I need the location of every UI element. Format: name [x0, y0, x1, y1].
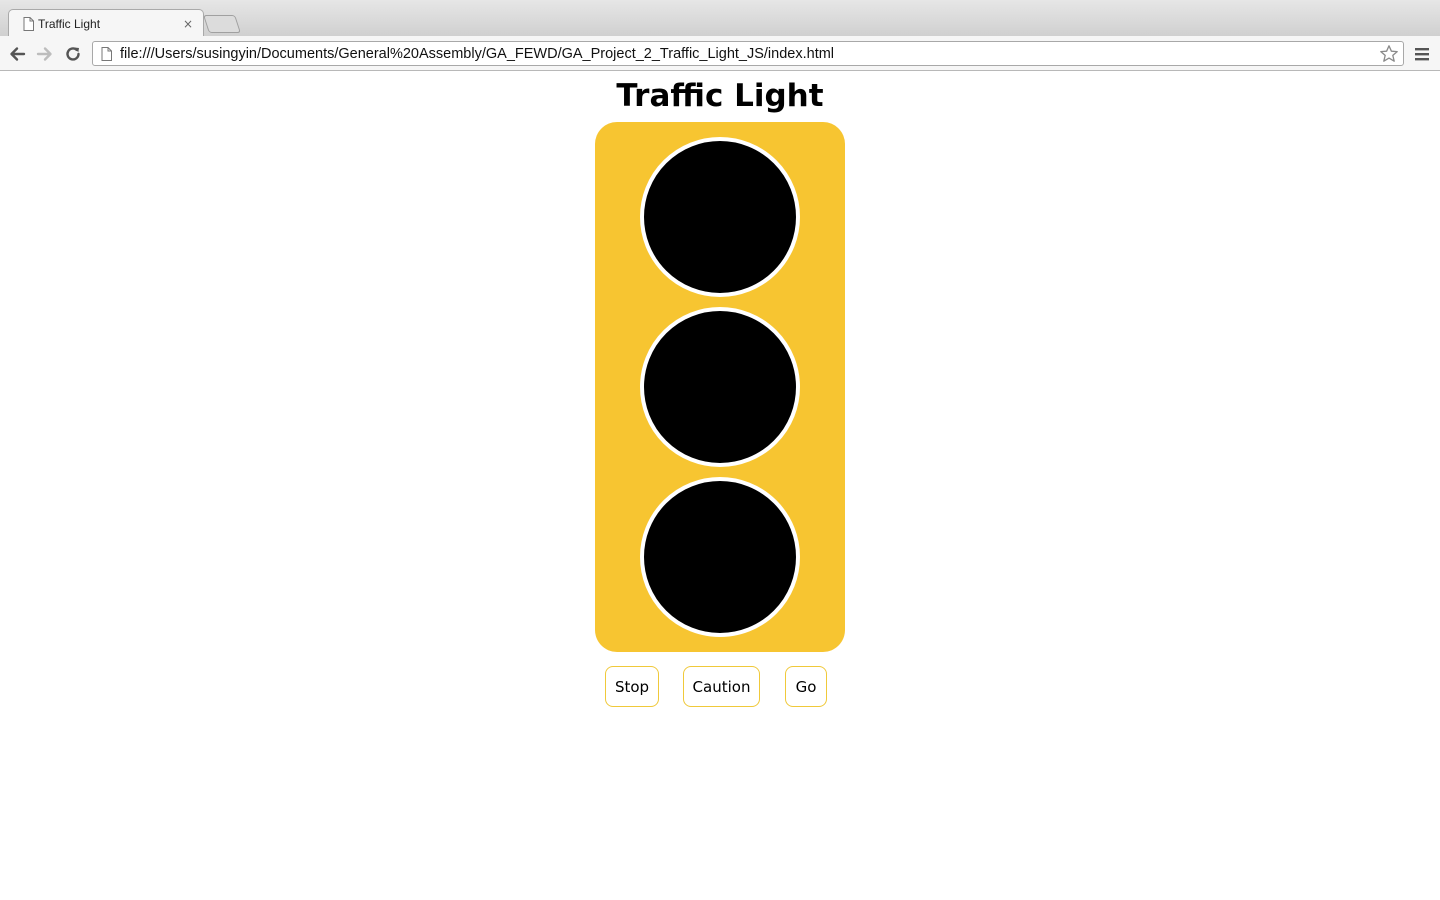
browser-tab[interactable]: Traffic Light × [8, 9, 204, 37]
browser-toolbar: file:///Users/susingyin/Documents/Genera… [0, 36, 1440, 71]
menu-icon[interactable] [1412, 44, 1432, 64]
stop-button[interactable]: Stop [605, 666, 659, 707]
go-button[interactable]: Go [785, 666, 827, 707]
stop-light [640, 137, 800, 297]
go-light [640, 477, 800, 637]
close-icon[interactable]: × [181, 17, 195, 31]
forward-arrow-icon [36, 47, 52, 61]
reload-icon [66, 47, 80, 61]
url-text[interactable]: file:///Users/susingyin/Documents/Genera… [120, 46, 1379, 62]
new-tab-button[interactable] [203, 15, 241, 33]
back-button[interactable] [6, 43, 28, 65]
tab-title: Traffic Light [38, 16, 101, 31]
page-title: Traffic Light [616, 78, 824, 114]
caution-button[interactable]: Caution [683, 666, 760, 707]
reload-button[interactable] [62, 43, 84, 65]
address-bar[interactable]: file:///Users/susingyin/Documents/Genera… [92, 41, 1404, 66]
back-arrow-icon [10, 47, 26, 61]
forward-button[interactable] [34, 43, 56, 65]
page-icon [23, 16, 34, 31]
bookmark-star-icon[interactable] [1379, 44, 1399, 64]
page-icon [101, 46, 112, 61]
caution-light [640, 307, 800, 467]
traffic-light-housing [595, 122, 845, 652]
browser-tabstrip: Traffic Light × [0, 0, 1440, 37]
